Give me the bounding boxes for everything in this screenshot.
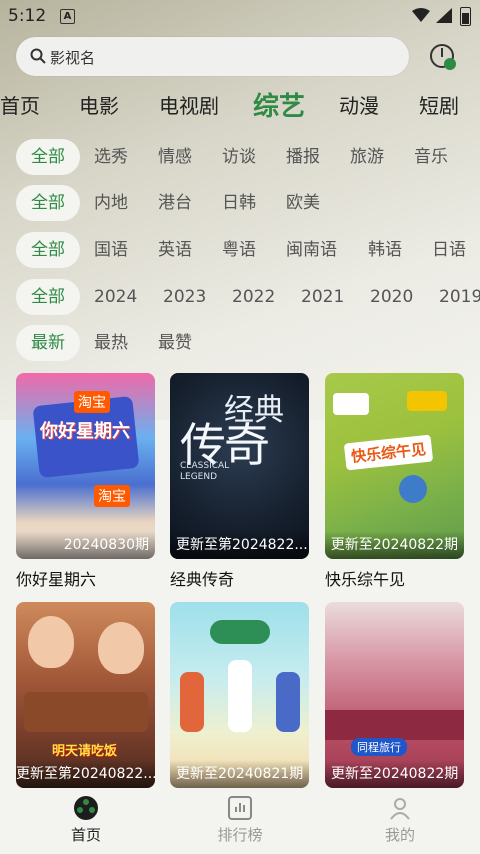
region-chip[interactable]: 内地 — [94, 185, 128, 221]
genre-chip[interactable]: 情感 — [158, 139, 192, 175]
search-icon — [30, 48, 46, 64]
year-chip[interactable]: 2020 — [370, 279, 413, 315]
genre-chip[interactable]: 音乐 — [414, 139, 448, 175]
poster-image: 快乐综午见 更新至20240822期 — [325, 373, 464, 559]
search-bar[interactable]: 影视名 — [16, 37, 409, 76]
episode-tag: 更新至20240821期 — [170, 760, 309, 788]
region-chip-all[interactable]: 全部 — [16, 185, 80, 221]
region-chip[interactable]: 港台 — [158, 185, 192, 221]
poster-image: 明天请吃饭 更新至第20240822... — [16, 602, 155, 788]
film-reel-icon — [74, 796, 98, 820]
poster-image: 淘宝 你好星期六 淘宝 20240830期 — [16, 373, 155, 559]
episode-tag: 20240830期 — [16, 531, 155, 559]
genre-chip-all[interactable]: 全部 — [16, 139, 80, 175]
episode-tag: 更新至20240822期 — [325, 760, 464, 788]
nav-profile[interactable]: 我的 — [345, 792, 455, 854]
tab-movies[interactable]: 电影 — [79, 90, 119, 119]
poster-brand-text: 淘宝 — [94, 485, 130, 507]
status-time: 5:12 — [8, 6, 47, 26]
language-chip[interactable]: 韩语 — [368, 232, 402, 268]
user-icon — [390, 798, 410, 820]
nav-home[interactable]: 首页 — [31, 792, 141, 854]
sort-chip-latest[interactable]: 最新 — [16, 325, 80, 361]
poster-title-text: 你好星期六 — [40, 421, 130, 442]
language-chip[interactable]: 粤语 — [222, 232, 256, 268]
sort-chip-hottest[interactable]: 最热 — [94, 325, 128, 361]
nav-ranking[interactable]: 排行榜 — [185, 792, 295, 854]
bottom-navigation: 首页 排行榜 我的 — [0, 792, 480, 854]
episode-tag: 更新至第20240822... — [16, 760, 155, 788]
year-chip[interactable]: 2023 — [163, 279, 206, 315]
bar-chart-icon — [228, 796, 252, 820]
genre-chip[interactable]: 访谈 — [222, 139, 256, 175]
genre-chip[interactable]: 播报 — [286, 139, 320, 175]
tab-anime[interactable]: 动漫 — [339, 90, 379, 119]
sort-filter-row: 最新 最热 最赞 — [0, 325, 480, 361]
poster-image: 经典 传奇 CLASSICAL LEGEND 更新至第2024822... — [170, 373, 309, 559]
genre-filter-row: 全部 选秀 情感 访谈 播报 旅游 音乐 — [0, 139, 480, 175]
battery-icon — [460, 7, 471, 26]
wifi-icon — [412, 8, 430, 22]
genre-chip[interactable]: 旅游 — [350, 139, 384, 175]
poster-image: 同程旅行 更新至20240822期 — [325, 602, 464, 788]
language-chip-all[interactable]: 全部 — [16, 232, 80, 268]
poster-title-text: 快乐综午见 — [343, 434, 434, 471]
language-chip[interactable]: 闽南语 — [286, 232, 337, 268]
poster-brand-text: 淘宝 — [74, 391, 110, 413]
poster-title-text: 明天请吃饭 — [52, 744, 118, 759]
poster-english-text: CLASSICAL LEGEND — [180, 461, 230, 482]
episode-tag: 更新至20240822期 — [325, 531, 464, 559]
tab-short-drama[interactable]: 短剧 — [419, 90, 459, 119]
region-chip[interactable]: 欧美 — [286, 185, 320, 221]
year-chip[interactable]: 2022 — [232, 279, 275, 315]
language-chip[interactable]: 英语 — [158, 232, 192, 268]
language-chip[interactable]: 国语 — [94, 232, 128, 268]
nav-profile-label: 我的 — [384, 826, 415, 844]
category-tabs: 首页 电影 电视剧 综艺 动漫 短剧 — [0, 86, 480, 126]
card-title: 快乐综午见 — [325, 570, 406, 589]
episode-tag: 更新至第2024822... — [170, 531, 309, 559]
card-title: 经典传奇 — [170, 570, 235, 589]
sort-chip-most-liked[interactable]: 最赞 — [158, 325, 192, 361]
tab-tv-series[interactable]: 电视剧 — [159, 90, 219, 119]
nav-ranking-label: 排行榜 — [217, 826, 263, 844]
region-filter-row: 全部 内地 港台 日韩 欧美 — [0, 185, 480, 221]
tab-variety[interactable]: 综艺 — [253, 86, 305, 123]
year-chip[interactable]: 2021 — [301, 279, 344, 315]
signal-icon — [436, 8, 452, 23]
year-chip[interactable]: 2019 — [439, 279, 480, 315]
language-filter-row: 全部 国语 英语 粤语 闽南语 韩语 日语 — [0, 232, 480, 268]
search-placeholder: 影视名 — [50, 49, 96, 67]
poster-brand-text: 同程旅行 — [351, 738, 407, 756]
nav-home-label: 首页 — [70, 826, 101, 844]
tab-home[interactable]: 首页 — [0, 90, 40, 119]
year-chip[interactable]: 2024 — [94, 279, 137, 315]
language-chip[interactable]: 日语 — [432, 232, 466, 268]
status-bar: 5:12 A — [0, 0, 480, 32]
region-chip[interactable]: 日韩 — [222, 185, 256, 221]
history-icon[interactable] — [428, 42, 458, 72]
notification-icon: A — [60, 9, 75, 24]
genre-chip[interactable]: 选秀 — [94, 139, 128, 175]
card-title: 你好星期六 — [16, 570, 97, 589]
year-chip-all[interactable]: 全部 — [16, 279, 80, 315]
year-filter-row: 全部 2024 2023 2022 2021 2020 2019 — [0, 279, 480, 315]
poster-image: 更新至20240821期 — [170, 602, 309, 788]
